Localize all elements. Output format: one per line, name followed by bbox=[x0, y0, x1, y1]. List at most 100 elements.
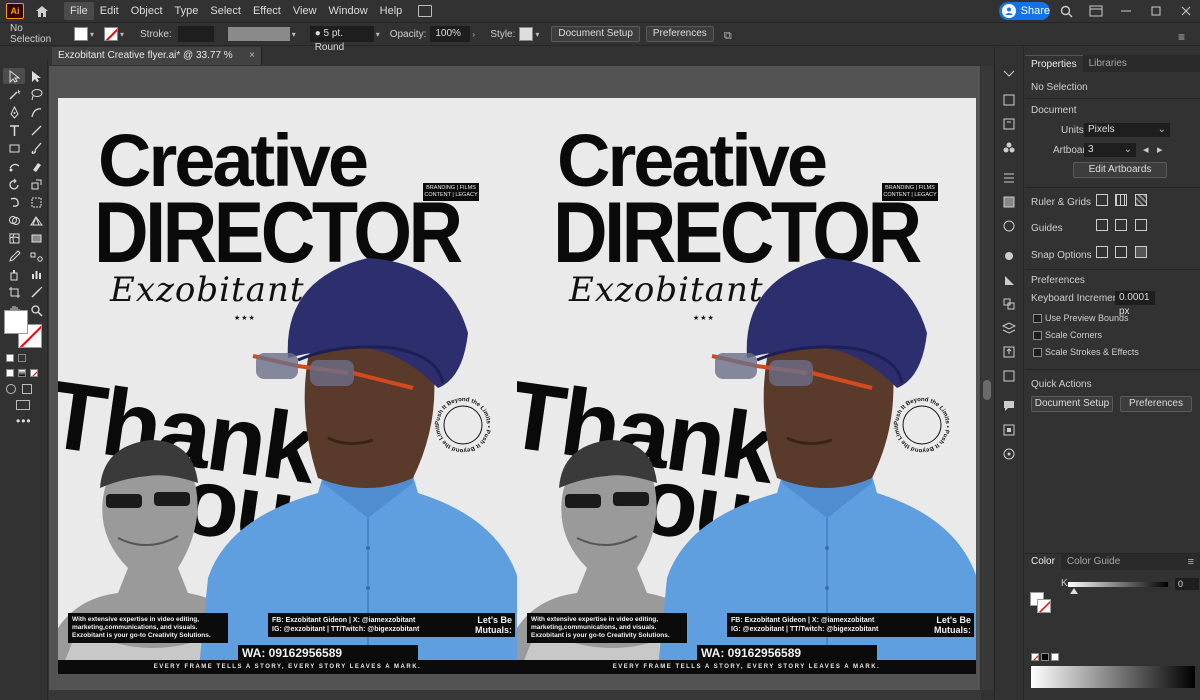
snap-to-glyph-icon[interactable] bbox=[1135, 246, 1147, 258]
brushes-panel-icon[interactable] bbox=[1002, 249, 1016, 263]
menu-type[interactable]: Type bbox=[169, 2, 205, 20]
perspective-grid-tool-icon[interactable] bbox=[25, 212, 47, 228]
appearance-panel-icon[interactable] bbox=[1002, 219, 1016, 233]
panel-menu-icon[interactable]: ≡ bbox=[1178, 30, 1192, 44]
mesh-tool-icon[interactable] bbox=[3, 230, 25, 246]
line-segment-tool-icon[interactable] bbox=[25, 122, 47, 138]
menu-file[interactable]: File bbox=[64, 2, 94, 20]
stroke-weight-input[interactable] bbox=[177, 26, 214, 42]
horizontal-scrollbar[interactable] bbox=[49, 690, 981, 700]
tab-properties[interactable]: Properties bbox=[1025, 55, 1083, 72]
swatches-panel-icon[interactable] bbox=[1002, 273, 1016, 287]
pathfinder-panel-icon[interactable] bbox=[1002, 297, 1016, 311]
transparency-grid-icon[interactable] bbox=[1135, 194, 1147, 206]
chevron-right-icon[interactable]: › bbox=[472, 30, 480, 39]
k-value-input[interactable]: 0 bbox=[1175, 578, 1199, 590]
chevron-down-icon[interactable]: ▾ bbox=[120, 30, 128, 39]
none-swatch-icon[interactable] bbox=[1031, 653, 1039, 661]
scale-corners-checkbox[interactable] bbox=[1033, 331, 1042, 340]
next-artboard-icon[interactable]: ▸ bbox=[1157, 143, 1163, 156]
color-themes-panel-icon[interactable] bbox=[1002, 447, 1016, 461]
rotate-tool-icon[interactable] bbox=[3, 176, 25, 192]
symbols-panel-icon[interactable] bbox=[1002, 141, 1016, 155]
preferences-button[interactable]: Preferences bbox=[645, 26, 714, 42]
tab-libraries[interactable]: Libraries bbox=[1083, 55, 1133, 72]
canvas-area[interactable]: Creative DIRECTOR Exzobitant ★★★ BRANDIN… bbox=[49, 66, 980, 690]
pen-tool-icon[interactable] bbox=[3, 104, 25, 120]
libraries-panel-icon[interactable] bbox=[1002, 117, 1016, 131]
close-tab-icon[interactable]: × bbox=[249, 47, 255, 65]
artboard-tool-icon[interactable] bbox=[3, 284, 25, 300]
direct-selection-tool-icon[interactable] bbox=[25, 68, 47, 84]
brush-definition[interactable]: ● 5 pt. Round bbox=[309, 26, 374, 53]
gpu-preview-icon[interactable] bbox=[418, 5, 433, 17]
artboard-1[interactable]: Creative DIRECTOR Exzobitant ★★★ BRANDIN… bbox=[58, 98, 517, 674]
document-tab[interactable]: Exzobitant Creative flyer.ai* @ 33.77 % … bbox=[52, 47, 262, 79]
column-graph-tool-icon[interactable] bbox=[25, 266, 47, 282]
layers-panel-icon[interactable] bbox=[1002, 93, 1016, 107]
snap-to-point-icon[interactable] bbox=[1096, 246, 1108, 258]
stack-panel-icon[interactable] bbox=[1002, 321, 1016, 335]
transform-panel-icon[interactable] bbox=[1002, 423, 1016, 437]
symbol-sprayer-tool-icon[interactable] bbox=[3, 266, 25, 282]
rectangle-tool-icon[interactable] bbox=[3, 140, 25, 156]
menu-select[interactable]: Select bbox=[204, 2, 247, 20]
home-icon[interactable] bbox=[34, 3, 50, 19]
shaper-tool-icon[interactable] bbox=[3, 158, 25, 174]
blend-tool-icon[interactable] bbox=[25, 248, 47, 264]
ruler-icon[interactable] bbox=[1096, 194, 1108, 206]
fill-swatch[interactable] bbox=[74, 27, 88, 41]
magic-wand-icon[interactable] bbox=[3, 86, 25, 102]
menu-window[interactable]: Window bbox=[323, 2, 374, 20]
shape-builder-tool-icon[interactable] bbox=[3, 212, 25, 228]
gradient-panel-icon[interactable] bbox=[1002, 195, 1016, 209]
fill-stroke-widget[interactable] bbox=[4, 310, 44, 350]
menu-object[interactable]: Object bbox=[125, 2, 169, 20]
document-setup-button-panel[interactable]: Document Setup bbox=[1031, 396, 1113, 412]
search-icon[interactable] bbox=[1058, 4, 1074, 18]
chevron-down-icon[interactable]: ▾ bbox=[535, 30, 543, 39]
grayscale-spectrum[interactable] bbox=[1031, 666, 1195, 688]
opacity-input[interactable]: 100% bbox=[430, 26, 471, 42]
use-preview-bounds-checkbox[interactable] bbox=[1033, 314, 1042, 323]
smart-guides-icon[interactable] bbox=[1135, 219, 1147, 231]
draw-behind-icon[interactable] bbox=[22, 384, 32, 394]
arrange-icon[interactable]: ⧉ bbox=[724, 30, 738, 42]
chevron-down-icon[interactable]: ▾ bbox=[90, 30, 98, 39]
default-fill-stroke-icon[interactable] bbox=[6, 354, 14, 362]
previous-artboard-icon[interactable]: ◂ bbox=[1143, 143, 1149, 156]
share-button[interactable]: Share bbox=[999, 2, 1050, 20]
menu-help[interactable]: Help bbox=[374, 2, 409, 20]
none-mode-icon[interactable] bbox=[30, 369, 38, 377]
gradient-tool-icon[interactable] bbox=[25, 230, 47, 246]
k-slider[interactable] bbox=[1068, 582, 1168, 587]
snap-to-pixel-icon[interactable] bbox=[1115, 246, 1127, 258]
free-transform-tool-icon[interactable] bbox=[25, 194, 47, 210]
variable-width-profile[interactable] bbox=[227, 27, 290, 41]
eyedropper-tool-icon[interactable] bbox=[3, 248, 25, 264]
edit-artboards-button[interactable]: Edit Artboards bbox=[1073, 162, 1167, 178]
warp-tool-icon[interactable] bbox=[3, 194, 25, 210]
gradient-mode-icon[interactable] bbox=[18, 369, 26, 377]
tab-color-guide[interactable]: Color Guide bbox=[1061, 554, 1126, 570]
menu-effect[interactable]: Effect bbox=[247, 2, 287, 20]
scale-tool-icon[interactable] bbox=[25, 176, 47, 192]
artboard-select[interactable]: 3 ⌄ bbox=[1084, 143, 1136, 157]
arrange-documents-icon[interactable] bbox=[1088, 4, 1104, 18]
screen-mode-icon[interactable] bbox=[16, 400, 30, 410]
eraser-tool-icon[interactable] bbox=[25, 158, 47, 174]
grid-icon[interactable] bbox=[1115, 194, 1127, 206]
document-setup-button[interactable]: Document Setup bbox=[551, 26, 640, 42]
vertical-scrollbar[interactable] bbox=[981, 66, 993, 690]
type-tool-icon[interactable] bbox=[3, 122, 25, 138]
tab-color[interactable]: Color bbox=[1025, 554, 1061, 570]
scale-strokes-checkbox[interactable] bbox=[1033, 348, 1042, 357]
comments-panel-icon[interactable] bbox=[1002, 399, 1016, 413]
chevron-down-icon[interactable]: ▾ bbox=[292, 30, 300, 39]
stroke-color-icon[interactable] bbox=[1037, 599, 1051, 613]
show-guides-icon[interactable] bbox=[1096, 219, 1108, 231]
edit-toolbar-icon[interactable]: ••• bbox=[16, 414, 32, 428]
artboard-2[interactable]: Creative DIRECTOR Exzobitant ★★★ BRANDIN… bbox=[517, 98, 976, 674]
slice-tool-icon[interactable] bbox=[25, 284, 47, 300]
swap-fill-stroke-icon[interactable] bbox=[18, 354, 26, 362]
